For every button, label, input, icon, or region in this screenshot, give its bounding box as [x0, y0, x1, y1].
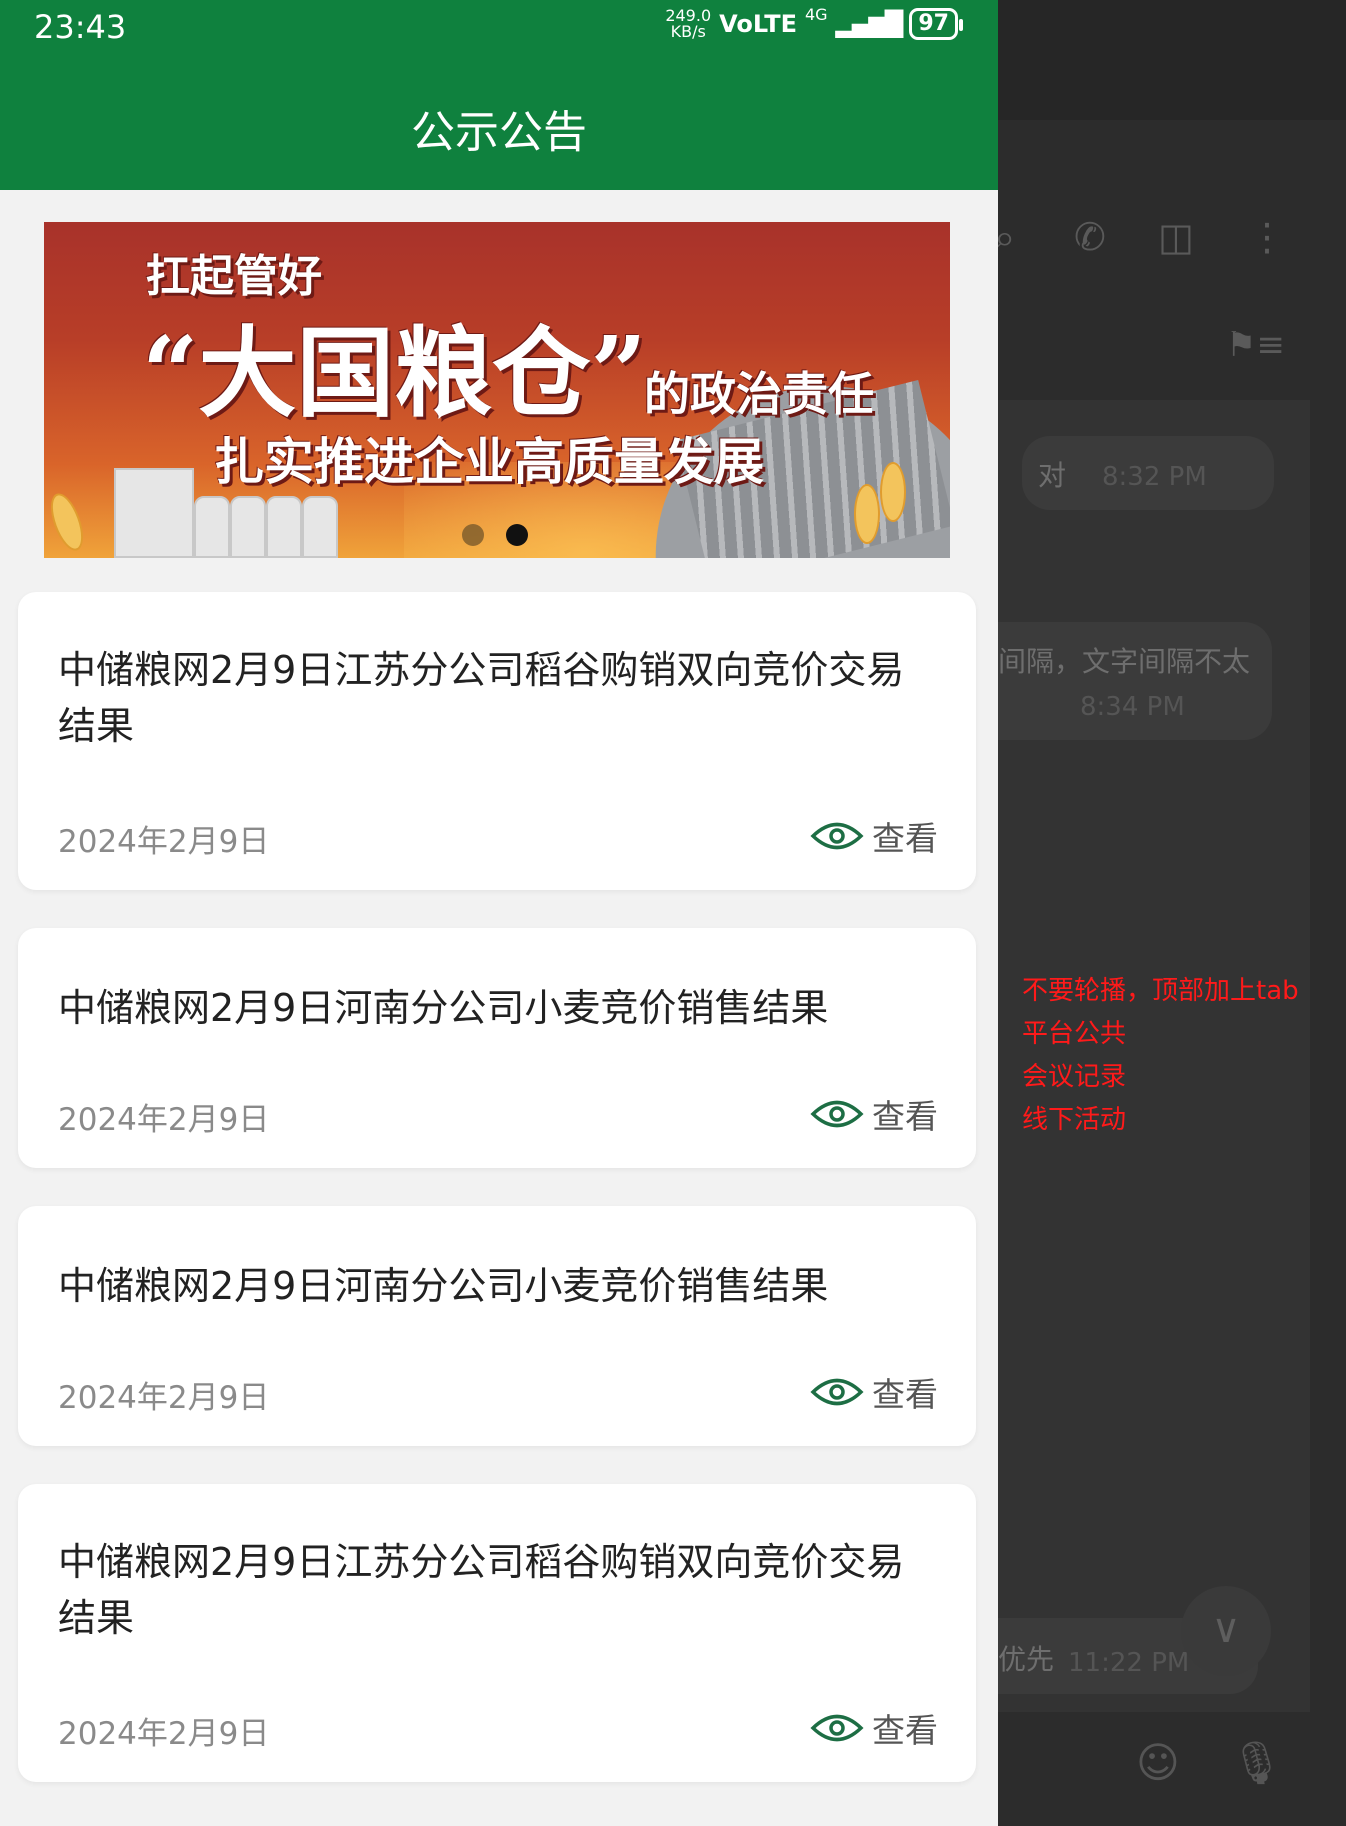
carousel-dot-active[interactable] [506, 524, 528, 546]
more-options-icon[interactable]: ⋮ [1248, 212, 1286, 262]
notice-date: 2024年2月9日 [58, 1380, 270, 1416]
notice-card[interactable]: 中储粮网2月9日江苏分公司稻谷购销双向竞价交易结果 2024年2月9日 查看 [18, 1484, 976, 1782]
carousel-dot[interactable] [462, 524, 484, 546]
notice-date: 2024年2月9日 [58, 1716, 270, 1752]
sidebar-toggle-icon[interactable]: ◫ [1158, 212, 1194, 262]
chat-message-time: 8:32 PM [1102, 462, 1207, 492]
eye-icon [810, 1100, 864, 1128]
emoji-icon[interactable]: ☺ [1136, 1738, 1180, 1787]
network-speed-unit: KB/s [670, 22, 706, 41]
chat-toolbar: ⌕ ✆ ◫ ⋮ [994, 212, 1346, 262]
notice-title: 中储粮网2月9日河南分公司小麦竞价销售结果 [58, 986, 829, 1030]
notice-card[interactable]: 中储粮网2月9日河南分公司小麦竞价销售结果 2024年2月9日 查看 [18, 928, 976, 1168]
notice-date: 2024年2月9日 [58, 1102, 270, 1138]
volte-indicator: VoLTE [719, 10, 797, 38]
silo-illustration [194, 496, 230, 558]
microphone-icon[interactable]: 🎙︎ [1230, 1738, 1283, 1788]
chat-top-bar [998, 0, 1346, 120]
status-indicators: 249.0 KB/s VoLTE 4G ▂▄▆█ 97 [665, 4, 963, 40]
annotation-line: 会议记录 [1022, 1062, 1127, 1092]
phone-screen: 23:43 249.0 KB/s VoLTE 4G ▂▄▆█ 97 公示公告 扛… [0, 0, 998, 1826]
chat-message-text: 对 [1038, 459, 1067, 492]
view-button[interactable]: 查看 [810, 1090, 938, 1138]
view-label: 查看 [872, 1097, 938, 1136]
banner-headline-3: 的政治责任 [644, 367, 874, 421]
scroll-to-bottom-button[interactable]: ∨ [1181, 1586, 1271, 1676]
chat-message-time: 8:34 PM [1080, 692, 1185, 722]
notice-card[interactable]: 中储粮网2月9日河南分公司小麦竞价销售结果 2024年2月9日 查看 [18, 1206, 976, 1446]
view-label: 查看 [872, 1375, 938, 1414]
wheat-icon [854, 484, 880, 544]
chat-message-text: 间隔，文字间隔不太 [998, 645, 1251, 678]
notice-title: 中储粮网2月9日河南分公司小麦竞价销售结果 [58, 1264, 829, 1308]
status-time: 23:43 [34, 8, 127, 46]
notice-card[interactable]: 中储粮网2月9日江苏分公司稻谷购销双向竞价交易结果 2024年2月9日 查看 [18, 592, 976, 890]
chat-message-time: 11:22 PM [1068, 1648, 1190, 1678]
view-button[interactable]: 查看 [810, 1368, 938, 1416]
page-title: 公示公告 [411, 107, 587, 158]
silo-illustration [266, 496, 302, 558]
wheat-icon [880, 462, 906, 522]
view-button[interactable]: 查看 [810, 1704, 938, 1752]
silo-illustration [302, 496, 338, 558]
eye-icon [810, 822, 864, 850]
phone-icon[interactable]: ✆ [1074, 212, 1106, 262]
app-header: 23:43 249.0 KB/s VoLTE 4G ▂▄▆█ 97 公示公告 [0, 0, 998, 190]
chevron-down-icon: ∨ [1211, 1606, 1241, 1652]
chat-message-bubble: 间隔，文字间隔不太 8:34 PM [988, 622, 1272, 740]
banner-headline-2: “大国粮仓” [142, 316, 647, 431]
notice-date: 2024年2月9日 [58, 824, 270, 860]
carousel-indicator [462, 524, 528, 546]
silo-illustration [230, 496, 266, 558]
notice-title: 中储粮网2月9日江苏分公司稻谷购销双向竞价交易结果 [58, 648, 905, 748]
chat-background: ⌕ ✆ ◫ ⋮ ⚑≡ 对 8:32 PM 间隔，文字间隔不太 8:34 PM 优… [988, 0, 1346, 1826]
network-type: 4G [804, 4, 828, 24]
chat-input-bar: ☺ 🎙︎ [998, 1738, 1346, 1798]
eye-icon [810, 1378, 864, 1406]
view-button[interactable]: 查看 [810, 812, 938, 860]
pinned-messages-icon[interactable]: ⚑≡ [1226, 325, 1285, 365]
banner-carousel[interactable]: 扛起管好 “大国粮仓” 的政治责任 扎实推进企业高质量发展 [44, 222, 950, 558]
banner-headline-4: 扎实推进企业高质量发展 [214, 432, 764, 491]
view-label: 查看 [872, 819, 938, 858]
network-speed: 249.0 KB/s [665, 8, 711, 40]
view-label: 查看 [872, 1711, 938, 1750]
chat-message-text: 优先 [998, 1643, 1055, 1676]
battery-level: 97 [918, 11, 949, 36]
annotation-line: 不要轮播，顶部加上tab [1022, 976, 1299, 1006]
design-annotation: 不要轮播，顶部加上tab 平台公共 会议记录 线下活动 [1022, 970, 1299, 1142]
notice-title: 中储粮网2月9日江苏分公司稻谷购销双向竞价交易结果 [58, 1540, 905, 1640]
annotation-line: 平台公共 [1022, 1019, 1127, 1049]
signal-strength-icon: ▂▄▆█ [835, 10, 904, 38]
eye-icon [810, 1714, 864, 1742]
chat-message-bubble: 对 8:32 PM [1022, 436, 1274, 510]
wheat-icon [44, 489, 90, 555]
annotation-line: 线下活动 [1022, 1105, 1127, 1135]
granary-building-illustration [114, 468, 194, 558]
battery-icon: 97 [909, 8, 963, 40]
